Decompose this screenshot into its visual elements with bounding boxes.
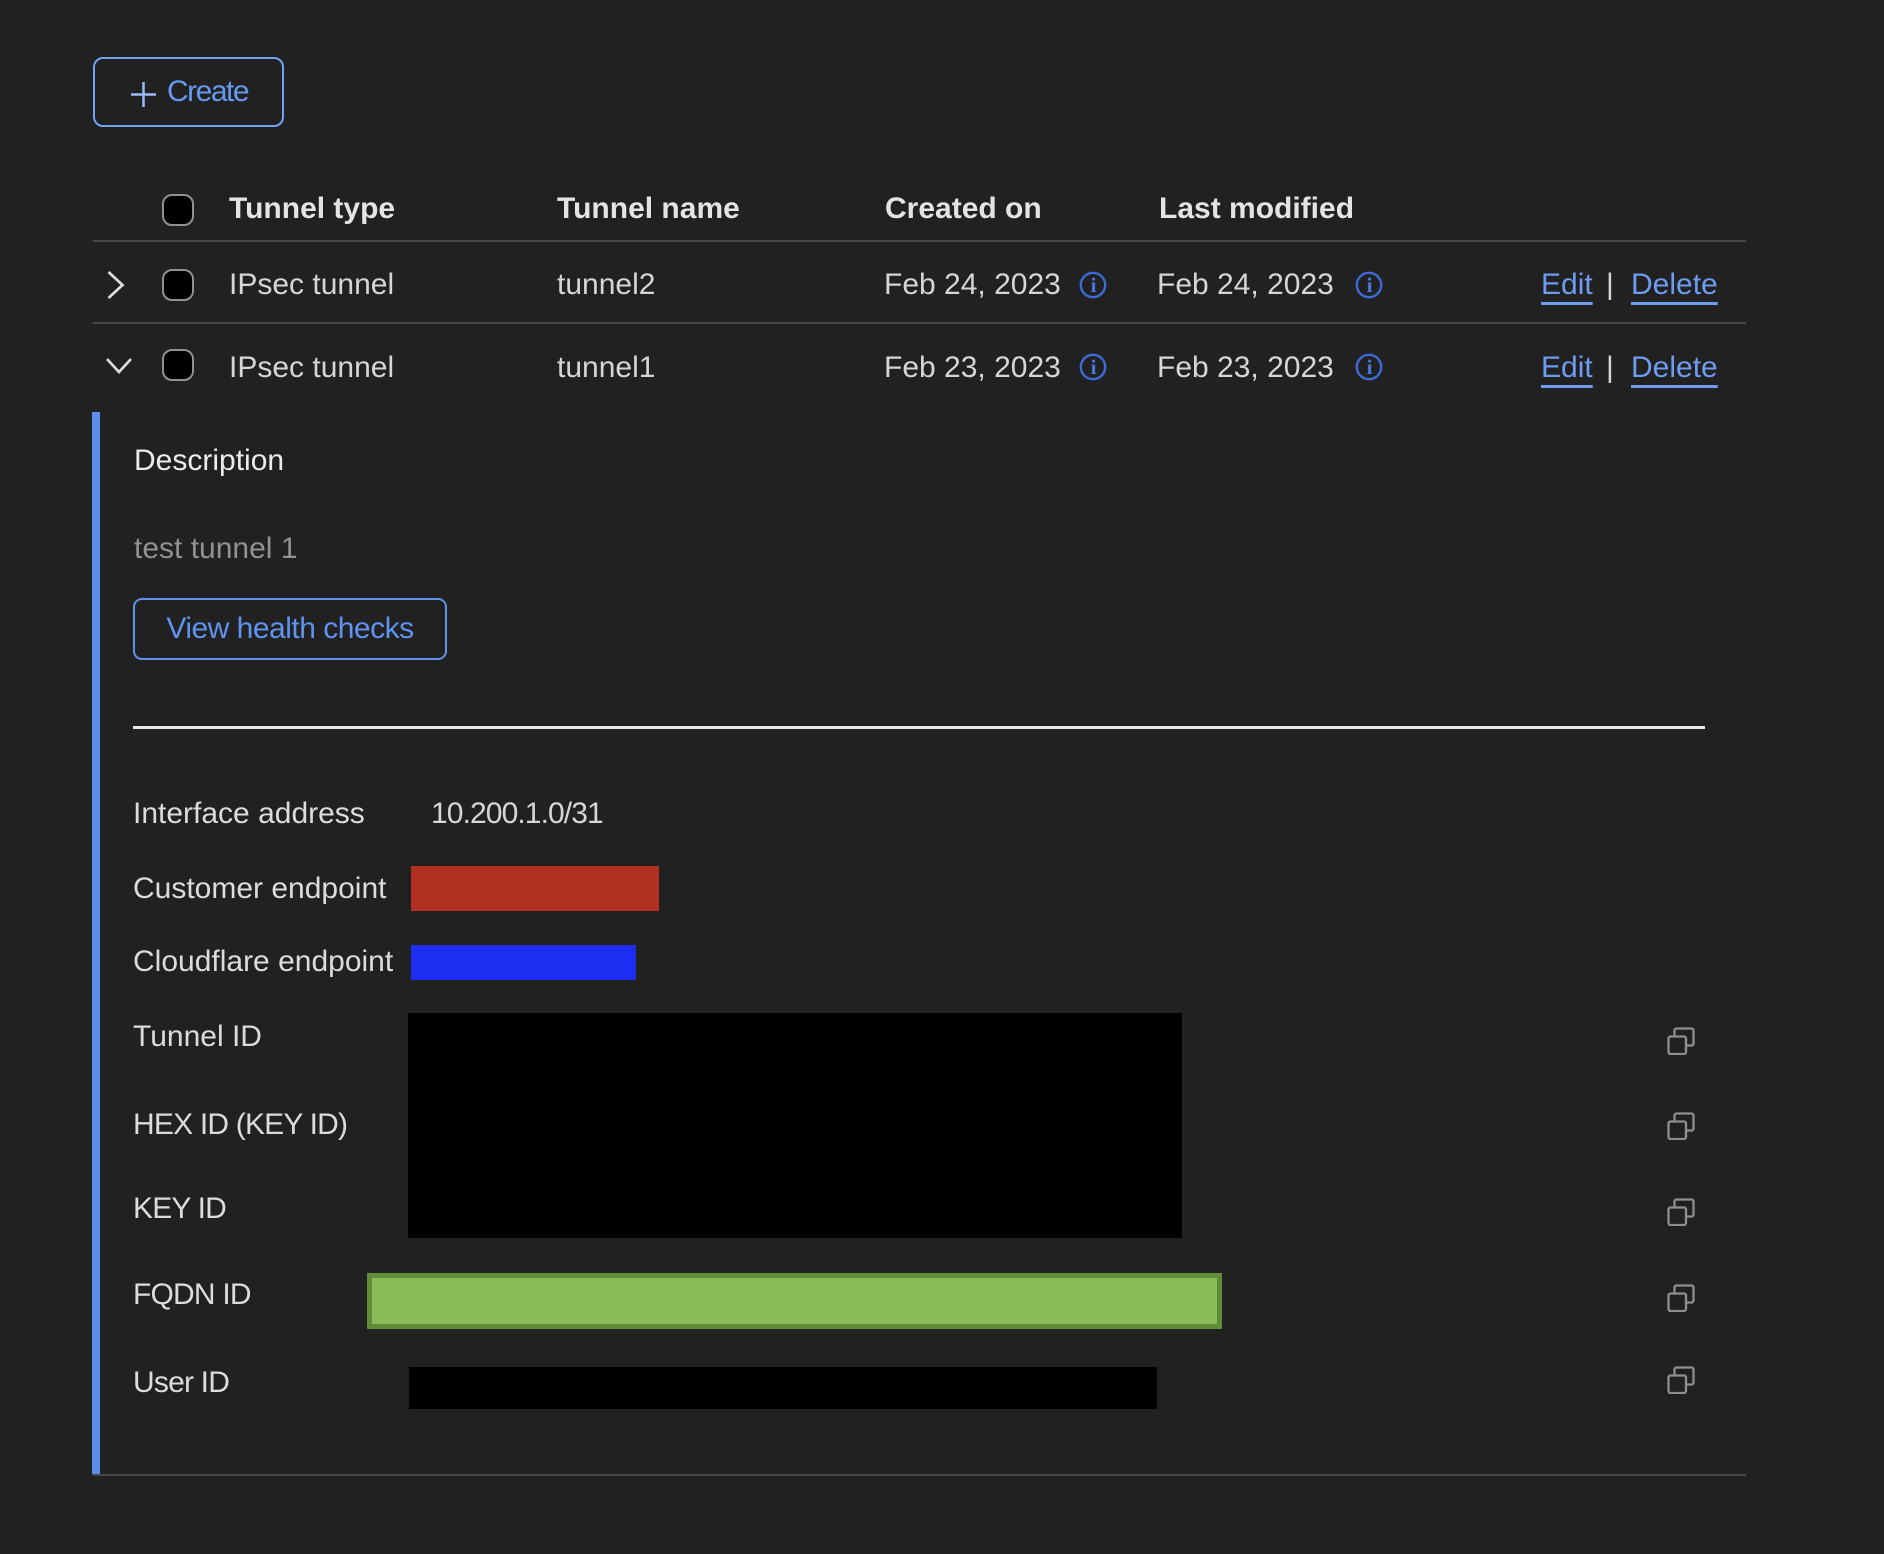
svg-text:i: i [1091,355,1097,379]
svg-text:i: i [1367,273,1373,297]
svg-text:i: i [1367,355,1373,379]
svg-text:i: i [1091,273,1097,297]
